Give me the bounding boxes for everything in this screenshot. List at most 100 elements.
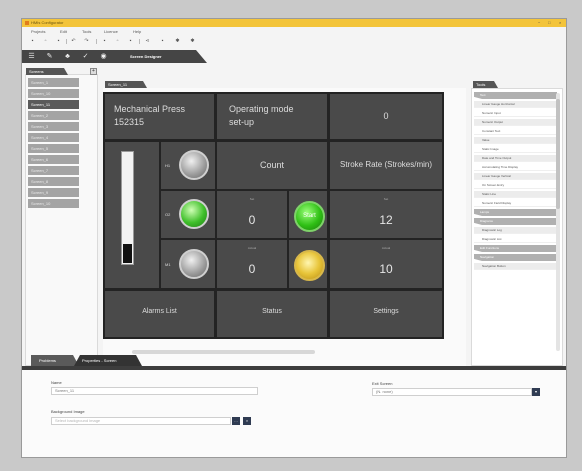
maximize-button[interactable]: □ [548,20,550,25]
tool-item[interactable]: Linear Gauge Horizontal [474,101,557,108]
screen-item-screen-1[interactable]: Screen_1 [28,78,79,87]
indicator-lamp-grey[interactable] [179,249,209,279]
minimize-button[interactable]: − [538,20,540,25]
status-label: Status [262,308,282,315]
screen-item-screen-2[interactable]: Screen_2 [28,111,79,120]
indicator-lamp-green[interactable] [179,199,209,229]
undo-icon[interactable]: ↶ [71,39,76,44]
print-icon[interactable]: ▪ [102,39,107,44]
tool-item[interactable]: Constant Text [474,128,557,135]
settings-icon[interactable]: ▪ [128,39,133,44]
horizontal-scrollbar[interactable] [132,350,315,354]
screen-item-screen-3[interactable]: Screen_3 [28,122,79,131]
tool-item[interactable]: Numeric Field Display [474,200,557,207]
name-field[interactable]: Screen_11 [51,387,258,395]
tool-item[interactable]: Diagnostic List [474,236,557,243]
clear-button[interactable]: × [243,417,251,425]
tools-scrollbar[interactable] [556,93,560,351]
tools-section-diagrams[interactable]: Diagrams [474,218,557,225]
count-actual-cell: Actual 0 [217,240,287,288]
indicator-lamp-grey[interactable] [179,150,209,180]
tool-item[interactable]: Accumulating Time Display [474,164,557,171]
alarms-list-label: Alarms List [142,308,177,315]
status-button[interactable]: Status [217,291,327,337]
tool-item[interactable]: Diagnostic Log [474,227,557,234]
screen-item-screen-8[interactable]: Screen_8 [28,177,79,186]
screen-item-screen-11[interactable]: Screen_11 [28,100,79,109]
vertical-level-gauge[interactable] [121,151,134,265]
config-icon[interactable]: ✱ [190,39,195,44]
share-icon[interactable]: ⋖ [145,39,150,44]
add-screen-button[interactable]: + [90,68,97,75]
count-actual-label: Actual [247,246,257,250]
screen-item-screen-7[interactable]: Screen_7 [28,166,79,175]
chevron-down-icon[interactable]: ▾ [532,388,540,396]
operating-mode-cell[interactable]: Operating mode set-up [217,94,327,139]
edit-icon[interactable]: ✎ [46,53,53,60]
tools-section-lamps[interactable]: Lamps [474,209,557,216]
editor-tab[interactable]: Screen_11 [105,81,147,88]
properties-panel: Name Screen_11 Background Image Select b… [22,370,566,457]
title-cell[interactable]: Mechanical Press 152315 [105,94,214,139]
start-button[interactable]: Start [294,201,325,232]
tab-problems[interactable]: Problems [31,355,79,366]
tool-item[interactable]: Date and Time Output [474,155,557,162]
tools-section-navigation[interactable]: Navigation [474,254,557,261]
new-file-icon[interactable]: ▪ [30,39,35,44]
count-header-cell: Count [217,142,327,189]
background-image-field[interactable]: Select background image [51,417,231,425]
screens-tab[interactable]: Screens [26,68,68,75]
count-set-cell[interactable]: Set 0 [217,191,287,238]
list-icon[interactable]: ☰ [28,53,35,60]
menu-projects[interactable]: Projects [31,29,45,34]
stroke-set-cell[interactable]: Set 12 [330,191,442,238]
tool-item[interactable]: Navigation Button [474,263,557,270]
screen-editor: Mechanical Press 152315 Operating mode s… [103,88,466,366]
settings-button[interactable]: Settings [330,291,442,337]
tool-item[interactable]: Numeric Input [474,110,557,117]
browse-button[interactable]: … [232,417,240,425]
title-bar: HMIs Configurator − □ × [22,19,566,27]
tool-item[interactable]: Value [474,137,557,144]
menu-help[interactable]: Help [133,29,141,34]
tools-tab[interactable]: Tools [473,81,498,88]
tools-scroll-thumb[interactable] [556,99,560,209]
screen-item-screen-4[interactable]: Screen_4 [28,133,79,142]
top-value-cell[interactable]: 0 [330,94,442,139]
screen-item-screen-10b[interactable]: Screen_10 [28,199,79,208]
menu-edit[interactable]: Edit [60,29,67,34]
count-actual-value: 0 [248,262,256,276]
alarm-reset-icon[interactable] [294,250,325,281]
help-icon[interactable]: ◉ [100,53,107,60]
screen-item-screen-9[interactable]: Screen_9 [28,188,79,197]
tools-section-edit-functions[interactable]: Edit Functions [474,245,557,252]
gauge-cell [105,142,159,288]
alarms-list-button[interactable]: Alarms List [105,291,214,337]
tools-icon[interactable]: ✓ [82,53,89,60]
monitor-icon[interactable]: ▫ [115,39,120,44]
tool-item[interactable]: On Screen Entry [474,182,557,189]
exit-screen-select[interactable]: (N. none) [372,388,532,396]
open-icon[interactable]: ▫ [43,39,48,44]
lamp-label-o2: O2 [165,212,171,217]
tool-item[interactable]: Static Line [474,191,557,198]
redo-icon[interactable]: ↷ [84,39,89,44]
top-value: 0 [383,111,389,121]
screen-item-screen-5[interactable]: Screen_5 [28,144,79,153]
screen-item-screen-6[interactable]: Screen_6 [28,155,79,164]
menu-tools[interactable]: Tools [82,29,91,34]
close-button[interactable]: × [559,20,561,25]
tool-item[interactable]: Linear Gauge Vertical [474,173,557,180]
tools-section-text[interactable]: Text [474,92,557,99]
tool-item[interactable]: Numeric Output [474,119,557,126]
sitemap-icon[interactable]: ♣ [64,53,71,60]
menu-licence[interactable]: Licence [104,29,118,34]
screen-item-screen-10[interactable]: Screen_10 [28,89,79,98]
screens-panel: Screens + Screen_1 Screen_10 Screen_11 S… [25,68,98,366]
tool-item[interactable]: Static Image [474,146,557,153]
gear-icon[interactable]: ✱ [175,39,180,44]
save-icon[interactable]: ▪ [56,39,61,44]
tab-properties-screen[interactable]: Properties - Screen [74,355,142,366]
app-logo-icon [25,21,29,25]
download-icon[interactable]: ▪ [160,39,165,44]
